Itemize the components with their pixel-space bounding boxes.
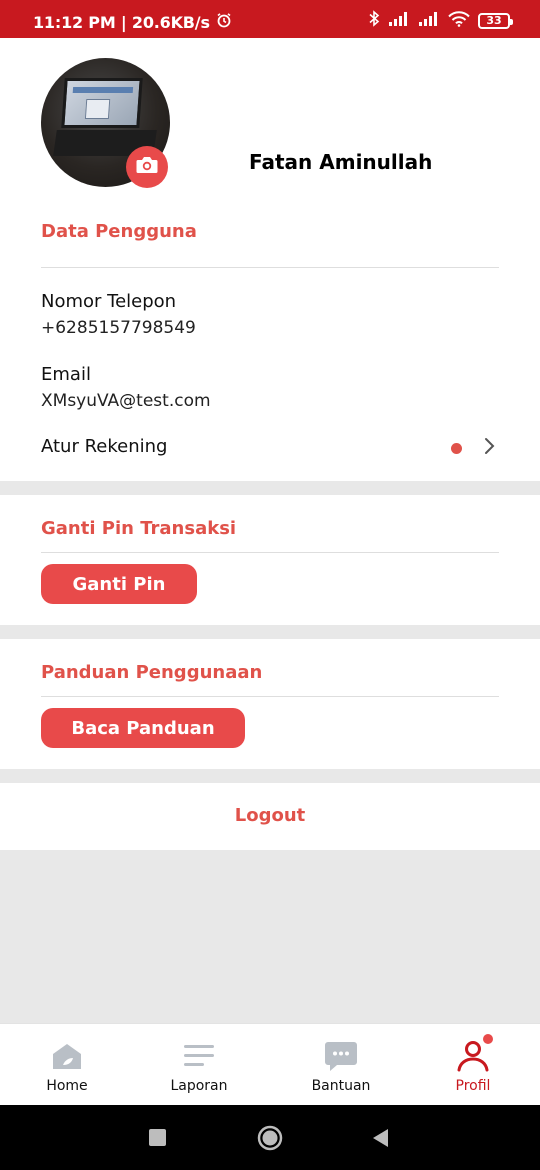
nav-home[interactable]: Home xyxy=(30,1024,104,1106)
nav-label-profil: Profil xyxy=(455,1078,491,1094)
nav-laporan[interactable]: Laporan xyxy=(159,1024,239,1106)
person-icon xyxy=(456,1040,490,1072)
notification-dot xyxy=(451,443,462,454)
section-title-guide: Panduan Penggunaan xyxy=(41,662,263,683)
email-label: Email xyxy=(41,364,91,385)
divider xyxy=(41,552,499,553)
bluetooth-icon xyxy=(368,10,380,31)
read-guide-button[interactable]: Baca Panduan xyxy=(41,708,245,748)
status-time: 11:12 PM | 20.6KB/s xyxy=(33,12,210,32)
alarm-icon xyxy=(216,12,232,32)
battery-level: 33 xyxy=(486,14,502,27)
avatar-photo-screen xyxy=(61,78,143,128)
status-left: 11:12 PM | 20.6KB/s xyxy=(33,12,232,32)
chevron-right-icon xyxy=(483,436,497,460)
guide-card: Panduan Penggunaan Baca Panduan xyxy=(0,639,540,769)
battery-icon: 33 xyxy=(478,12,513,29)
nav-label-home: Home xyxy=(46,1078,88,1094)
divider xyxy=(41,267,499,268)
wifi-icon xyxy=(448,10,470,31)
list-icon xyxy=(183,1040,215,1072)
signal-icon xyxy=(388,11,410,31)
user-name: Fatan Aminullah xyxy=(249,150,433,174)
home-system-button[interactable] xyxy=(257,1125,283,1155)
recent-apps-button[interactable] xyxy=(149,1129,166,1150)
nav-label-bantuan: Bantuan xyxy=(311,1078,371,1094)
change-photo-button[interactable] xyxy=(126,146,168,188)
phone-value: +6285157798549 xyxy=(41,318,196,338)
camera-icon xyxy=(135,155,159,179)
change-pin-button[interactable]: Ganti Pin xyxy=(41,564,197,604)
section-title-user-data: Data Pengguna xyxy=(41,221,197,242)
account-settings-row[interactable]: Atur Rekening xyxy=(41,434,501,462)
status-right: 33 xyxy=(368,10,513,31)
account-settings-label: Atur Rekening xyxy=(41,436,168,457)
chat-icon xyxy=(324,1040,358,1072)
home-icon xyxy=(50,1040,84,1072)
back-button[interactable] xyxy=(371,1128,389,1152)
section-title-change-pin: Ganti Pin Transaksi xyxy=(41,518,237,539)
signal-icon xyxy=(418,11,440,31)
logout-card: Logout xyxy=(0,783,540,850)
change-pin-card: Ganti Pin Transaksi Ganti Pin xyxy=(0,495,540,625)
nav-bantuan[interactable]: Bantuan xyxy=(300,1024,382,1106)
status-bar: 11:12 PM | 20.6KB/s 33 xyxy=(0,0,540,38)
logout-button[interactable]: Logout xyxy=(0,805,540,826)
phone-label: Nomor Telepon xyxy=(41,291,177,312)
system-nav-bar xyxy=(0,1105,540,1170)
bottom-nav: Home Laporan Bantuan Profil xyxy=(0,1023,540,1105)
nav-label-laporan: Laporan xyxy=(170,1078,228,1094)
notification-dot xyxy=(483,1034,493,1044)
divider xyxy=(41,696,499,697)
email-value: XMsyuVA@test.com xyxy=(41,391,211,411)
profile-card: Fatan Aminullah Data Pengguna Nomor Tele… xyxy=(0,38,540,481)
nav-profil[interactable]: Profil xyxy=(440,1024,506,1106)
